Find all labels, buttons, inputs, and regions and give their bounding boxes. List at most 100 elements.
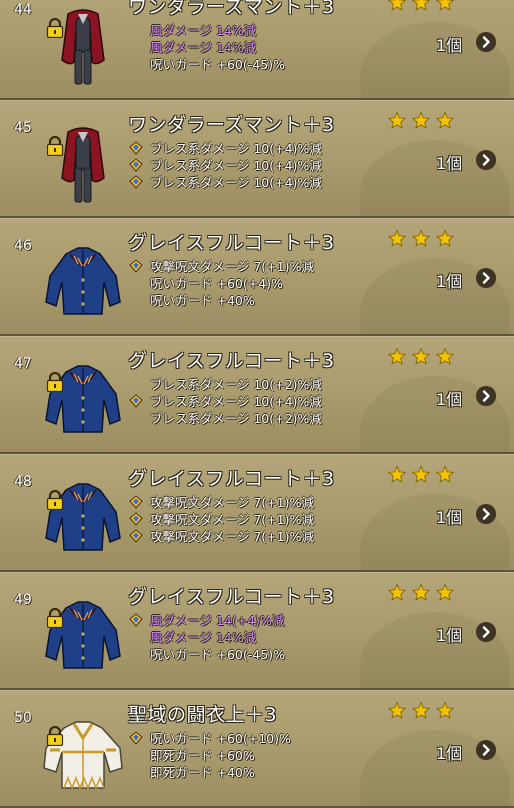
- star-icon: [411, 112, 431, 129]
- stat-text: 即死ガード +60%: [150, 748, 255, 763]
- stat-list: 攻撃呪文ダメージ 7(+1)%減 呪いガード +60(+4)% 呪いガード +40%: [128, 258, 314, 309]
- orb-icon: [129, 529, 143, 543]
- chevron-right-icon[interactable]: [476, 32, 496, 52]
- stat-line: ブレス系ダメージ 10(+4)%減: [128, 174, 322, 191]
- orb-icon: [129, 394, 143, 408]
- lock-icon: [46, 372, 64, 392]
- star-icon: [435, 0, 454, 11]
- stat-text: 即死ガード +40%: [150, 765, 255, 780]
- star-icon: [411, 702, 431, 719]
- stat-text: 呪いガード +60(-45)%: [150, 57, 285, 72]
- rarity-stars: [388, 584, 454, 601]
- stat-line: 風ダメージ 14%減: [128, 629, 285, 646]
- stat-text: 攻撃呪文ダメージ 7(+1)%減: [150, 529, 314, 544]
- coat-icon: [45, 365, 121, 433]
- rarity-stars: [388, 230, 454, 247]
- item-quantity: 1個: [436, 508, 463, 527]
- item-quantity: 1個: [436, 36, 463, 55]
- equipment-row-50[interactable]: 50 聖域の闘衣上＋3 呪いガード +60(+10)% 即死ガード +60% 即死ガ…: [0, 690, 514, 808]
- star-icon: [411, 348, 431, 365]
- equipment-row-45[interactable]: 45 ワンダラーズマント＋3 ブレス系ダメージ 10(+4)%減 ブレス系ダメージ…: [0, 100, 514, 218]
- stat-text: ブレス系ダメージ 10(+2)%減: [150, 411, 322, 426]
- star-icon: [388, 230, 407, 247]
- stat-line: 呪いガード +60(+10)%: [128, 730, 291, 747]
- item-quantity: 1個: [436, 626, 463, 645]
- equipment-row-48[interactable]: 48 グレイスフルコート＋3 攻撃呪文ダメージ 7(+1)%減 攻撃呪文ダメージ …: [0, 454, 514, 572]
- stat-line: 風ダメージ 14%減: [128, 22, 285, 39]
- star-icon: [435, 584, 454, 601]
- stat-line: 呪いガード +60(-45)%: [128, 56, 285, 73]
- chevron-right-icon[interactable]: [476, 386, 496, 406]
- stat-line: 呪いガード +40%: [128, 292, 314, 309]
- stat-text: ブレス系ダメージ 10(+4)%減: [150, 141, 322, 156]
- stat-text: 攻撃呪文ダメージ 7(+1)%減: [150, 495, 314, 510]
- chevron-right-icon[interactable]: [476, 740, 496, 760]
- equipment-row-46[interactable]: 46 グレイスフルコート＋3 攻撃呪文ダメージ 7(+1)%減 呪いガード +60…: [0, 218, 514, 336]
- star-icon: [411, 0, 431, 11]
- equipment-list: 44 ワンダラーズマント＋3 風ダメージ 14%減 風ダメージ 14%減 呪いガード…: [0, 0, 514, 808]
- stat-list: ブレス系ダメージ 10(+2)%減 ブレス系ダメージ 10(+4)%減 ブレス系ダメ…: [128, 376, 322, 427]
- stat-list: 攻撃呪文ダメージ 7(+1)%減 攻撃呪文ダメージ 7(+1)%減 攻撃呪文ダメージ…: [128, 494, 314, 545]
- star-icon: [388, 348, 407, 365]
- orb-icon: [129, 259, 143, 273]
- item-name: グレイスフルコート＋3: [128, 350, 335, 372]
- stat-text: ブレス系ダメージ 10(+4)%減: [150, 158, 322, 173]
- item-quantity: 1個: [436, 390, 463, 409]
- item-name: グレイスフルコート＋3: [128, 586, 335, 608]
- rarity-stars: [388, 112, 454, 129]
- rarity-stars: [388, 466, 454, 483]
- item-number: 45: [14, 120, 32, 136]
- chevron-right-icon[interactable]: [476, 150, 496, 170]
- stat-text: 呪いガード +60(+4)%: [150, 276, 283, 291]
- orb-icon: [129, 175, 143, 189]
- lock-icon: [46, 490, 64, 510]
- stat-line: ブレス系ダメージ 10(+2)%減: [128, 376, 322, 393]
- item-name: 聖域の闘衣上＋3: [128, 704, 278, 726]
- star-icon: [411, 466, 431, 483]
- star-icon: [388, 466, 407, 483]
- stat-line: 攻撃呪文ダメージ 7(+1)%減: [128, 511, 314, 528]
- rarity-stars: [388, 348, 454, 365]
- lock-icon: [46, 726, 64, 746]
- equipment-row-49[interactable]: 49 グレイスフルコート＋3 風ダメージ 14(+4)%減 風ダメージ 14%減呪…: [0, 572, 514, 690]
- stat-text: 風ダメージ 14(+4)%減: [150, 613, 285, 628]
- item-quantity: 1個: [436, 744, 463, 763]
- stat-text: 攻撃呪文ダメージ 7(+1)%減: [150, 259, 314, 274]
- chevron-right-icon[interactable]: [476, 504, 496, 524]
- orb-icon: [129, 731, 143, 745]
- coat-icon: [45, 247, 121, 315]
- stat-line: ブレス系ダメージ 10(+4)%減: [128, 140, 322, 157]
- stat-line: 即死ガード +40%: [128, 764, 291, 781]
- stat-text: 風ダメージ 14%減: [150, 23, 257, 38]
- star-icon: [411, 230, 431, 247]
- stat-line: 呪いガード +60(-45)%: [128, 646, 285, 663]
- item-quantity: 1個: [436, 272, 463, 291]
- equipment-row-47[interactable]: 47 グレイスフルコート＋3 ブレス系ダメージ 10(+2)%減 ブレス系ダメージ…: [0, 336, 514, 454]
- stat-text: ブレス系ダメージ 10(+4)%減: [150, 394, 322, 409]
- item-name: ワンダラーズマント＋3: [128, 0, 335, 18]
- stat-text: 呪いガード +60(-45)%: [150, 647, 285, 662]
- stat-list: 風ダメージ 14(+4)%減 風ダメージ 14%減 呪いガード +60(-45)%: [128, 612, 285, 663]
- stat-text: ブレス系ダメージ 10(+2)%減: [150, 377, 322, 392]
- item-number: 46: [14, 238, 32, 254]
- orb-icon: [129, 512, 143, 526]
- chevron-right-icon[interactable]: [476, 622, 496, 642]
- stat-line: 攻撃呪文ダメージ 7(+1)%減: [128, 494, 314, 511]
- orb-icon: [129, 613, 143, 627]
- stat-line: 攻撃呪文ダメージ 7(+1)%減: [128, 528, 314, 545]
- stat-line: 攻撃呪文ダメージ 7(+1)%減: [128, 258, 314, 275]
- star-icon: [411, 584, 431, 601]
- item-name: グレイスフルコート＋3: [128, 468, 335, 490]
- star-icon: [435, 112, 454, 129]
- coat-icon: [45, 601, 121, 669]
- star-icon: [388, 112, 407, 129]
- star-icon: [435, 348, 454, 365]
- star-icon: [435, 230, 454, 247]
- star-icon: [388, 0, 407, 11]
- chevron-right-icon[interactable]: [476, 268, 496, 288]
- item-number: 48: [14, 474, 32, 490]
- stat-line: ブレス系ダメージ 10(+4)%減: [128, 393, 322, 410]
- stat-text: 呪いガード +40%: [150, 293, 255, 308]
- item-number: 50: [14, 710, 32, 726]
- equipment-row-44[interactable]: 44 ワンダラーズマント＋3 風ダメージ 14%減 風ダメージ 14%減 呪いガード…: [0, 0, 514, 100]
